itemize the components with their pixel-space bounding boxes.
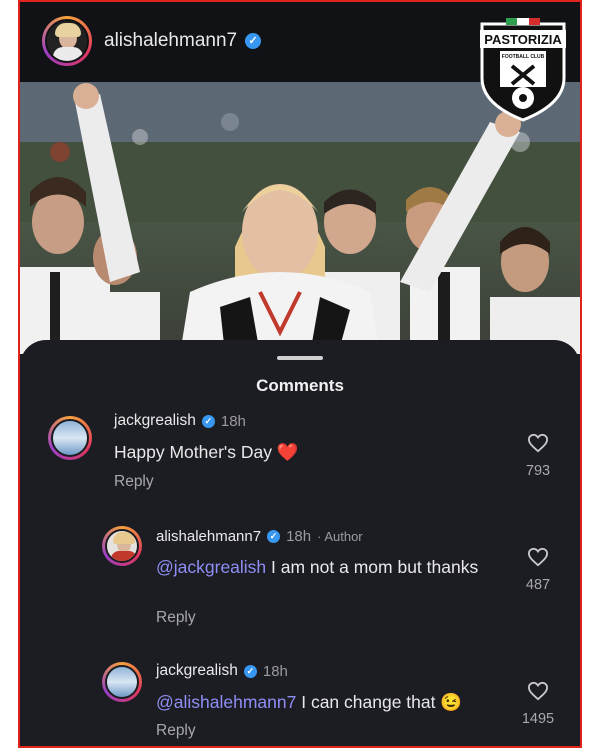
commenter-avatar[interactable] <box>48 416 92 460</box>
heart-icon[interactable] <box>527 681 549 701</box>
comment-text-row: Happy Mother's Day ❤️ <box>114 441 299 463</box>
like-control[interactable]: 1495 <box>508 681 568 727</box>
verified-badge-icon: ✓ <box>267 530 281 543</box>
heart-icon[interactable] <box>527 547 549 567</box>
heart-icon[interactable] <box>527 433 549 453</box>
post-author-username[interactable]: alishalehmann7 <box>104 30 237 52</box>
comment-text: Happy Mother's Day <box>114 442 272 462</box>
comment-text: I can change that <box>296 692 436 712</box>
mention-link[interactable]: @jackgrealish <box>156 557 266 577</box>
commenter-avatar[interactable] <box>102 526 142 566</box>
reply-button[interactable]: Reply <box>114 473 154 491</box>
comments-sheet: Comments jackgrealish ✓ 18h Happy Mother… <box>20 340 580 746</box>
comments-title: Comments <box>256 376 344 395</box>
sheet-drag-handle[interactable] <box>277 356 323 360</box>
screenshot-frame: alishalehmann7 ✓ PASTORIZIA FOOTBALL CLU… <box>18 0 582 748</box>
like-count: 793 <box>525 463 551 479</box>
verified-badge-icon: ✓ <box>243 664 257 678</box>
pastorizia-logo: PASTORIZIA FOOTBALL CLUB <box>478 16 568 124</box>
post-author-avatar[interactable] <box>42 16 92 66</box>
commenter-avatar[interactable] <box>102 662 142 702</box>
comment-username[interactable]: alishalehmann7 <box>156 528 261 545</box>
logo-title: PASTORIZIA <box>484 32 562 47</box>
comment-text-row: @jackgrealish I am not a mom but thanks <box>156 556 486 578</box>
verified-badge-icon: ✓ <box>201 414 215 428</box>
like-control[interactable]: 487 <box>508 547 568 593</box>
red-heart-emoji: ❤️ <box>276 442 299 462</box>
author-tag: · Author <box>317 529 363 544</box>
comment-header: jackgrealish ✓ 18h <box>156 662 288 680</box>
like-count: 487 <box>525 577 551 593</box>
comment-time: 18h <box>286 528 312 545</box>
comment-text: I am not a mom but thanks <box>266 557 479 577</box>
wink-emoji: 😉 <box>440 692 463 712</box>
comment-header: jackgrealish ✓ 18h <box>114 412 246 430</box>
comment-time: 18h <box>220 412 246 430</box>
reply-button[interactable]: Reply <box>156 609 196 627</box>
reply-button[interactable]: Reply <box>156 722 196 740</box>
comment-header: alishalehmann7 ✓ 18h · Author <box>156 528 363 545</box>
comment-time: 18h <box>262 662 288 680</box>
like-count: 1495 <box>521 711 555 727</box>
like-control[interactable]: 793 <box>508 433 568 479</box>
post-author-username-row[interactable]: alishalehmann7 ✓ <box>104 30 262 52</box>
comment-text-row: @alishalehmann7 I can change that 😉 <box>156 691 462 713</box>
verified-badge-icon: ✓ <box>245 33 262 49</box>
comment-username[interactable]: jackgrealish <box>156 662 238 680</box>
mention-link[interactable]: @alishalehmann7 <box>156 692 296 712</box>
comment-username[interactable]: jackgrealish <box>114 412 196 430</box>
logo-subtitle: FOOTBALL CLUB <box>502 54 545 60</box>
